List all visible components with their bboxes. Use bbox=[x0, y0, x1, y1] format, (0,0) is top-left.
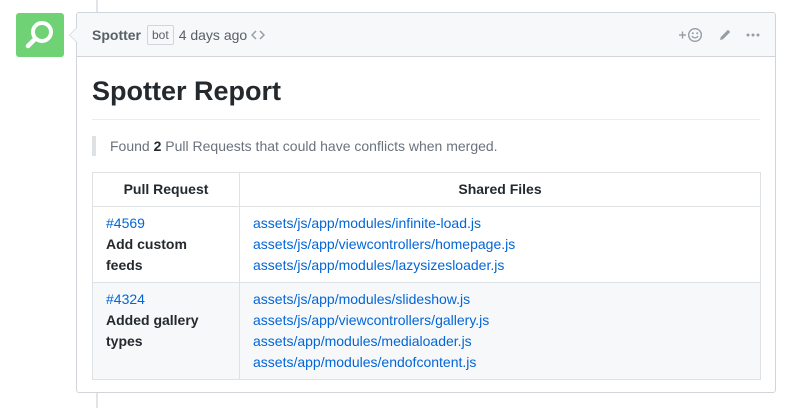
add-reaction-button[interactable] bbox=[678, 27, 704, 43]
header-shared-files: Shared Files bbox=[239, 172, 761, 207]
summary-quote: Found 2 Pull Requests that could have co… bbox=[92, 136, 760, 156]
comment-body: Spotter Report Found 2 Pull Requests tha… bbox=[77, 57, 775, 396]
header-pull-request: Pull Request bbox=[92, 172, 240, 207]
file-link[interactable]: assets/js/app/viewcontrollers/gallery.js bbox=[253, 310, 747, 331]
file-link[interactable]: assets/js/app/viewcontrollers/homepage.j… bbox=[253, 234, 747, 255]
smiley-icon bbox=[679, 27, 703, 42]
timestamp[interactable]: 4 days ago bbox=[179, 27, 248, 43]
table-row: #4324 Added gallery types assets/js/app/… bbox=[92, 282, 761, 380]
edit-button[interactable] bbox=[718, 28, 732, 42]
header-actions bbox=[678, 27, 760, 43]
file-link[interactable]: assets/js/app/modules/infinite-load.js bbox=[253, 213, 747, 234]
code-icon bbox=[251, 29, 266, 41]
pr-cell: #4569 Add custom feeds bbox=[92, 206, 240, 283]
bot-badge: bot bbox=[147, 24, 174, 45]
author-name[interactable]: Spotter bbox=[92, 27, 141, 43]
summary-count: 2 bbox=[153, 138, 162, 154]
pr-title: Add custom feeds bbox=[106, 236, 187, 273]
comment-header: Spotter bot 4 days ago bbox=[77, 13, 775, 57]
files-cell: assets/js/app/modules/infinite-load.js a… bbox=[239, 206, 761, 283]
report-title: Spotter Report bbox=[92, 73, 760, 120]
files-cell: assets/js/app/modules/slideshow.js asset… bbox=[239, 282, 761, 380]
summary-suffix: Pull Requests that could have conflicts … bbox=[165, 138, 498, 154]
pr-link[interactable]: #4324 bbox=[106, 289, 226, 310]
more-options-button[interactable] bbox=[746, 33, 760, 37]
comment-box: Spotter bot 4 days ago Spotter Report Fo… bbox=[69, 12, 776, 396]
pr-title: Added gallery types bbox=[106, 312, 199, 349]
summary-prefix: Found bbox=[110, 138, 150, 154]
pr-cell: #4324 Added gallery types bbox=[92, 282, 240, 380]
table-row: #4569 Add custom feeds assets/js/app/mod… bbox=[92, 206, 761, 283]
file-link[interactable]: assets/js/app/modules/lazysizesloader.js bbox=[253, 255, 747, 276]
avatar[interactable] bbox=[16, 13, 64, 57]
pencil-icon bbox=[720, 29, 731, 40]
file-link[interactable]: assets/js/app/modules/slideshow.js bbox=[253, 289, 747, 310]
kebab-icon bbox=[746, 33, 760, 36]
pr-link[interactable]: #4569 bbox=[106, 213, 226, 234]
conflicts-table: Pull Request Shared Files #4569 Add cust… bbox=[92, 172, 761, 380]
file-link[interactable]: assets/app/modules/endofcontent.js bbox=[253, 352, 747, 373]
search-icon bbox=[25, 21, 53, 49]
file-link[interactable]: assets/app/modules/medialoader.js bbox=[253, 331, 747, 352]
